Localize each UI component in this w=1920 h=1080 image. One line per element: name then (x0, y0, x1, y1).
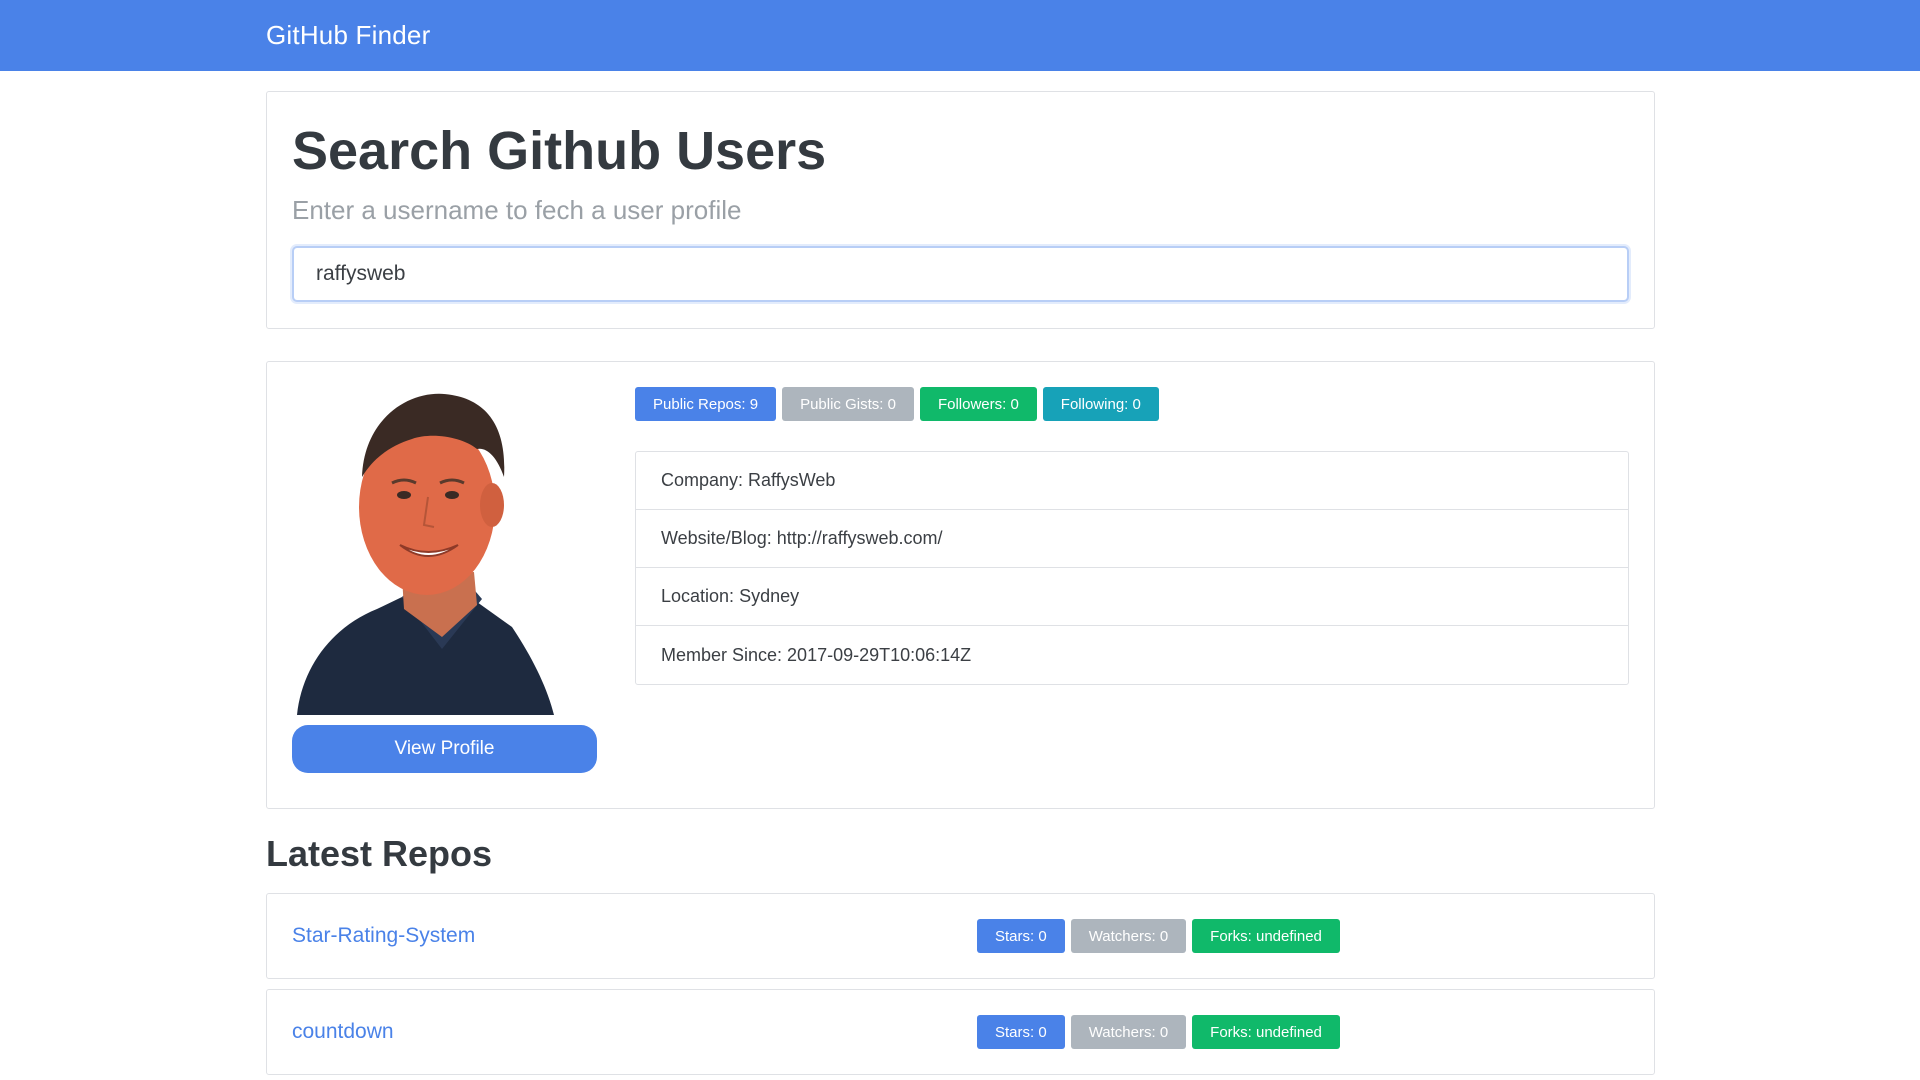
public-gists-badge: Public Gists: 0 (782, 387, 914, 421)
search-title: Search Github Users (292, 121, 827, 181)
website-value: http://raffysweb.com/ (776, 528, 943, 548)
avatar (292, 387, 597, 715)
profile-card: View Profile Public Repos: 9 Public Gist… (266, 361, 1655, 809)
profile-right-column: Public Repos: 9 Public Gists: 0 Follower… (635, 387, 1629, 783)
public-repos-badge: Public Repos: 9 (635, 387, 777, 421)
location-item: Location: Sydney (636, 568, 1628, 626)
member-since-item: Member Since: 2017-09-29T10:06:14Z (636, 626, 1628, 684)
repo-link[interactable]: countdown (292, 1020, 977, 1044)
member-since-value: 2017-09-29T10:06:14Z (787, 644, 972, 665)
forks-badge: Forks: undefined (1192, 919, 1340, 953)
following-badge: Following: 0 (1042, 387, 1159, 421)
member-since-label: Member Since: (661, 644, 783, 665)
company-label: Company: (661, 470, 744, 490)
navbar-brand[interactable]: GitHub Finder (266, 20, 430, 51)
repos-title: Latest Repos (266, 833, 493, 874)
location-value: Sydney (739, 586, 800, 606)
forks-badge: Forks: undefined (1192, 1015, 1340, 1049)
search-input[interactable] (292, 246, 1629, 303)
company-value: RaffysWeb (748, 470, 836, 490)
search-card: Search Github Users Enter a username to … (266, 91, 1655, 329)
main-container: Search Github Users Enter a username to … (266, 91, 1655, 1075)
repo-link[interactable]: Star-Rating-System (292, 924, 977, 948)
view-profile-button[interactable]: View Profile (292, 725, 597, 773)
company-item: Company: RaffysWeb (636, 452, 1628, 510)
repo-card: Star-Rating-System Stars: 0 Watchers: 0 … (266, 893, 1655, 979)
website-label: Website/Blog: (661, 528, 772, 548)
repo-badges: Stars: 0 Watchers: 0 Forks: undefined (977, 919, 1340, 953)
location-label: Location: (661, 586, 735, 606)
watchers-badge: Watchers: 0 (1070, 919, 1187, 953)
repo-badges: Stars: 0 Watchers: 0 Forks: undefined (977, 1015, 1340, 1049)
profile-badges: Public Repos: 9 Public Gists: 0 Follower… (635, 387, 1629, 421)
watchers-badge: Watchers: 0 (1070, 1015, 1187, 1049)
profile-info-list: Company: RaffysWeb Website/Blog: http://… (635, 451, 1629, 685)
followers-badge: Followers: 0 (919, 387, 1037, 421)
repo-card: countdown Stars: 0 Watchers: 0 Forks: un… (266, 989, 1655, 1075)
stars-badge: Stars: 0 (977, 919, 1065, 953)
navbar: GitHub Finder (0, 0, 1920, 71)
profile-left-column: View Profile (292, 387, 597, 783)
search-lead: Enter a username to fech a user profile (292, 195, 742, 226)
stars-badge: Stars: 0 (977, 1015, 1065, 1049)
website-item: Website/Blog: http://raffysweb.com/ (636, 510, 1628, 568)
